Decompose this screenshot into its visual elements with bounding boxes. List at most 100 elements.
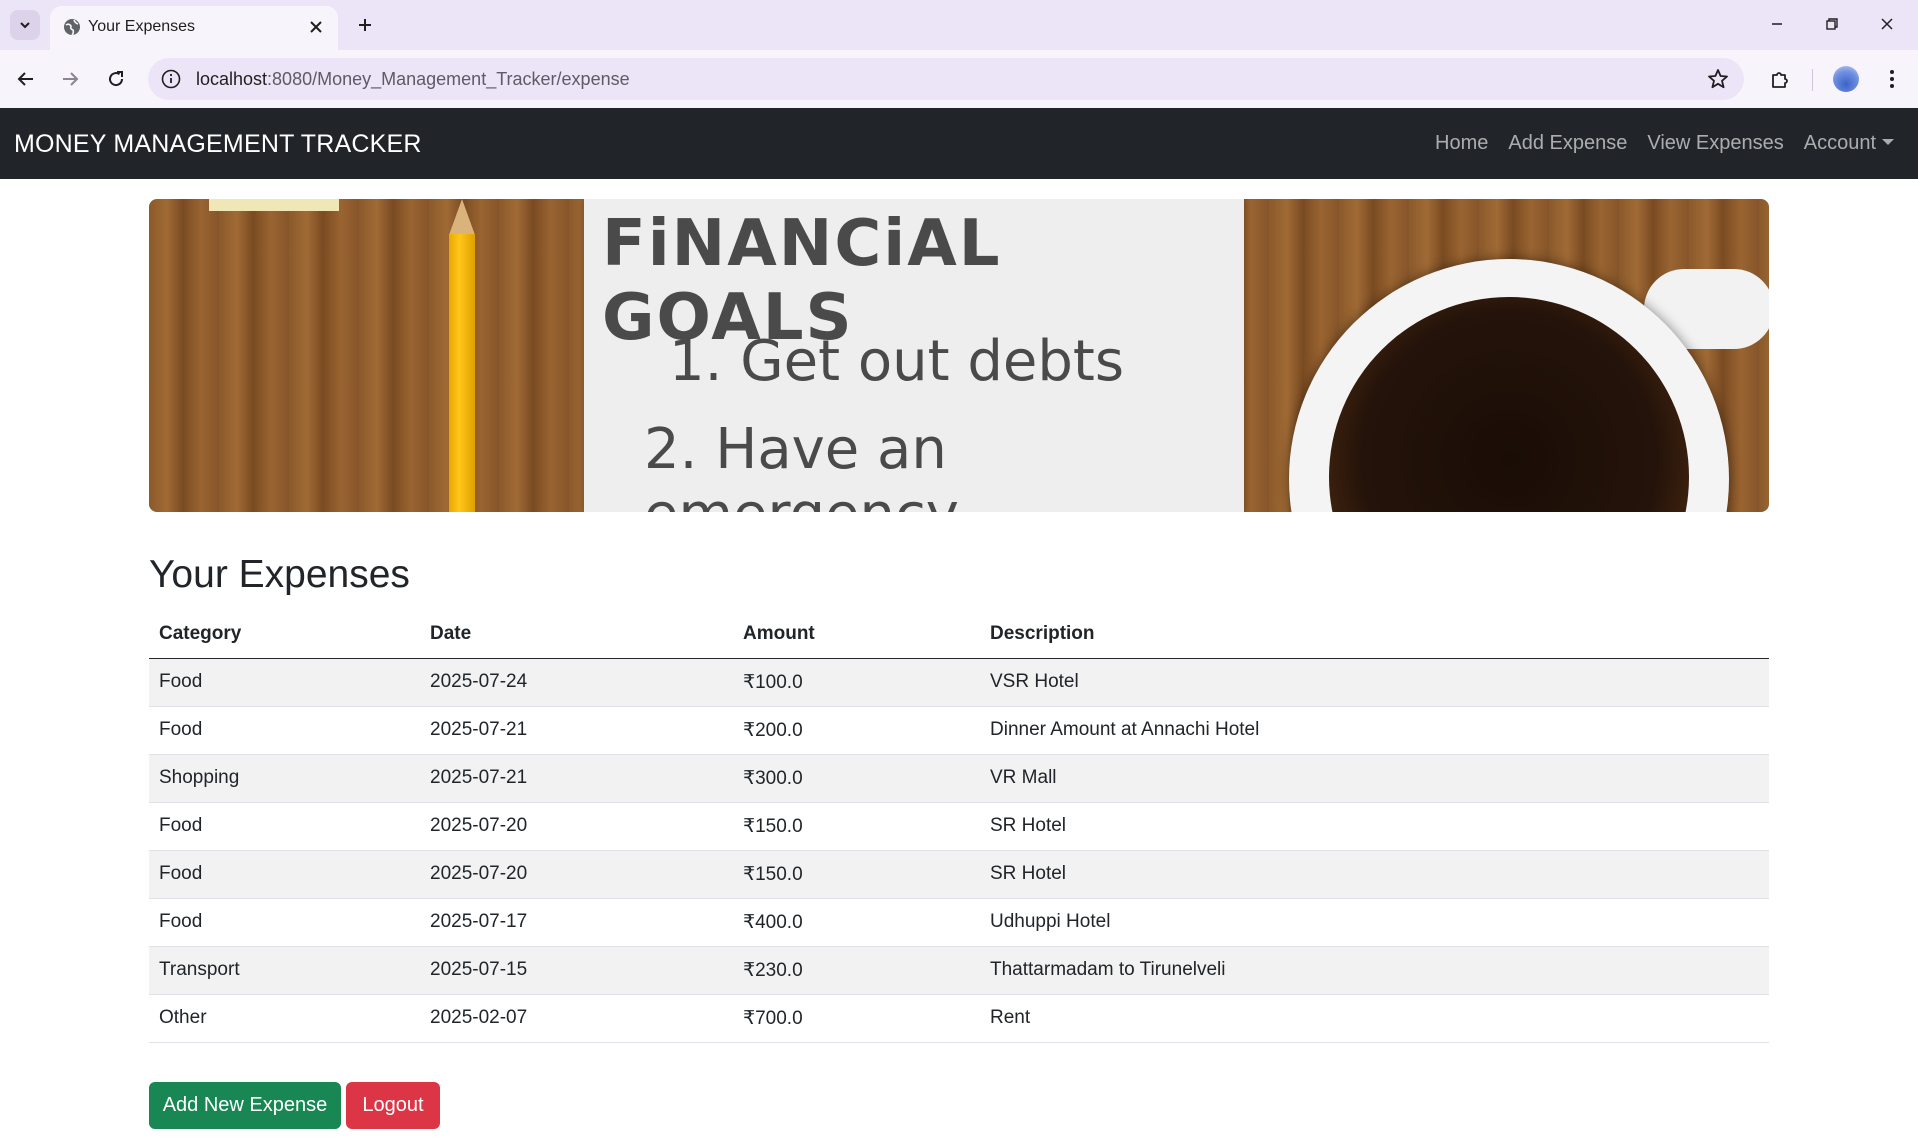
nav-link-add-expense[interactable]: Add Expense <box>1508 132 1627 155</box>
restore-icon <box>1826 18 1838 30</box>
expenses-table: Category Date Amount Description Food 20… <box>149 610 1769 1043</box>
column-header-description: Description <box>980 610 1769 659</box>
browser-tabstrip: Your Expenses <box>0 0 1918 50</box>
cell-amount: ₹150.0 <box>733 850 980 899</box>
goals-note-card: FiNANCiAL GOALS 1. Get out debts 2. Have… <box>584 199 1244 512</box>
cell-date: 2025-07-24 <box>420 658 733 707</box>
table-row: Food 2025-07-17 ₹400.0 Udhuppi Hotel <box>149 898 1769 947</box>
back-button[interactable] <box>10 63 42 95</box>
forward-button[interactable] <box>54 63 86 95</box>
arrow-right-icon <box>63 72 79 86</box>
browser-menu-button[interactable] <box>1876 63 1908 95</box>
cell-amount: ₹200.0 <box>733 706 980 755</box>
kebab-menu-icon <box>1890 70 1894 88</box>
close-window-button[interactable] <box>1867 8 1907 40</box>
nav-link-home[interactable]: Home <box>1435 132 1488 155</box>
cell-category: Food <box>149 706 420 755</box>
tab-search-button[interactable] <box>10 10 40 40</box>
table-row: Other 2025-02-07 ₹700.0 Rent <box>149 994 1769 1043</box>
cell-category: Other <box>149 994 420 1043</box>
cell-description: Udhuppi Hotel <box>980 898 1769 947</box>
browser-toolbar: localhost:8080/Money_Management_Tracker/… <box>0 50 1918 108</box>
url-text[interactable]: localhost:8080/Money_Management_Tracker/… <box>196 69 630 90</box>
arrow-left-icon <box>17 72 33 86</box>
nav-dropdown-account[interactable]: Account <box>1804 132 1894 155</box>
new-tab-button[interactable] <box>350 10 380 40</box>
cell-category: Food <box>149 802 420 851</box>
column-header-category: Category <box>149 610 420 659</box>
url-path: :8080/Money_Management_Tracker/expense <box>267 69 630 89</box>
cell-date: 2025-02-07 <box>420 994 733 1043</box>
cell-description: Dinner Amount at Annachi Hotel <box>980 706 1769 755</box>
column-header-date: Date <box>420 610 733 659</box>
cell-amount: ₹400.0 <box>733 898 980 947</box>
cell-amount: ₹150.0 <box>733 802 980 851</box>
cell-date: 2025-07-20 <box>420 850 733 899</box>
cell-category: Food <box>149 850 420 899</box>
cell-description: SR Hotel <box>980 802 1769 851</box>
puzzle-icon <box>1772 72 1788 88</box>
account-label: Account <box>1803 132 1876 154</box>
address-bar[interactable]: localhost:8080/Money_Management_Tracker/… <box>148 58 1744 100</box>
browser-tab-active[interactable]: Your Expenses <box>50 6 338 50</box>
tab-title: Your Expenses <box>88 18 196 35</box>
cell-category: Transport <box>149 946 420 995</box>
cell-date: 2025-07-17 <box>420 898 733 947</box>
pencil-tip <box>449 199 475 235</box>
cell-description: VSR Hotel <box>980 658 1769 707</box>
cell-category: Food <box>149 898 420 947</box>
table-row: Shopping 2025-07-21 ₹300.0 VR Mall <box>149 754 1769 803</box>
cell-description: VR Mall <box>980 754 1769 803</box>
extensions-button[interactable] <box>1764 63 1796 95</box>
tab-close-button[interactable] <box>304 15 328 39</box>
cell-amount: ₹230.0 <box>733 946 980 995</box>
table-row: Food 2025-07-20 ₹150.0 SR Hotel <box>149 850 1769 899</box>
table-header-row: Category Date Amount Description <box>149 610 1769 659</box>
column-header-amount: Amount <box>733 610 980 659</box>
table-row: Transport 2025-07-15 ₹230.0 Thattarmadam… <box>149 946 1769 995</box>
cell-amount: ₹100.0 <box>733 658 980 707</box>
cell-date: 2025-07-21 <box>420 706 733 755</box>
cell-date: 2025-07-21 <box>420 754 733 803</box>
url-host: localhost <box>196 69 268 89</box>
reload-icon <box>109 71 124 87</box>
app-navbar: MONEY MANAGEMENT TRACKER Home Add Expens… <box>0 108 1918 179</box>
cell-amount: ₹300.0 <box>733 754 980 803</box>
close-icon <box>310 21 322 33</box>
logout-button[interactable]: Logout <box>346 1082 440 1129</box>
info-icon[interactable] <box>160 68 182 90</box>
globe-icon <box>64 19 80 36</box>
avatar <box>1833 66 1859 92</box>
cell-category: Food <box>149 658 420 707</box>
caret-down-icon <box>1882 139 1894 145</box>
cell-amount: ₹700.0 <box>733 994 980 1043</box>
expenses-table-body: Food 2025-07-24 ₹100.0 VSR Hotel Food 20… <box>149 658 1769 1043</box>
pencil <box>449 234 475 512</box>
cell-date: 2025-07-15 <box>420 946 733 995</box>
table-row: Food 2025-07-21 ₹200.0 Dinner Amount at … <box>149 706 1769 755</box>
cell-description: SR Hotel <box>980 850 1769 899</box>
profile-button[interactable] <box>1830 63 1862 95</box>
minimize-icon <box>1772 23 1782 25</box>
close-icon <box>1881 18 1893 30</box>
banner-line-1: 1. Get out debts <box>669 329 1125 394</box>
navbar-brand[interactable]: MONEY MANAGEMENT TRACKER <box>14 130 422 159</box>
plus-icon <box>359 19 371 31</box>
table-row: Food 2025-07-20 ₹150.0 SR Hotel <box>149 802 1769 851</box>
sticky-note <box>209 199 339 211</box>
nav-link-view-expenses[interactable]: View Expenses <box>1647 132 1783 155</box>
banner-line-2: 2. Have an emergency <box>644 417 959 512</box>
minimize-button[interactable] <box>1757 8 1797 40</box>
page-title: Your Expenses <box>149 553 410 596</box>
table-row: Food 2025-07-24 ₹100.0 VSR Hotel <box>149 658 1769 707</box>
reload-button[interactable] <box>100 63 132 95</box>
cell-description: Rent <box>980 994 1769 1043</box>
chevron-down-icon <box>20 22 30 29</box>
cell-category: Shopping <box>149 754 420 803</box>
cell-date: 2025-07-20 <box>420 802 733 851</box>
restore-button[interactable] <box>1812 8 1852 40</box>
nav-links: Home Add Expense View Expenses Account <box>1435 132 1894 155</box>
add-new-expense-button[interactable]: Add New Expense <box>149 1082 341 1129</box>
cell-description: Thattarmadam to Tirunelveli <box>980 946 1769 995</box>
star-icon[interactable] <box>1706 67 1730 91</box>
